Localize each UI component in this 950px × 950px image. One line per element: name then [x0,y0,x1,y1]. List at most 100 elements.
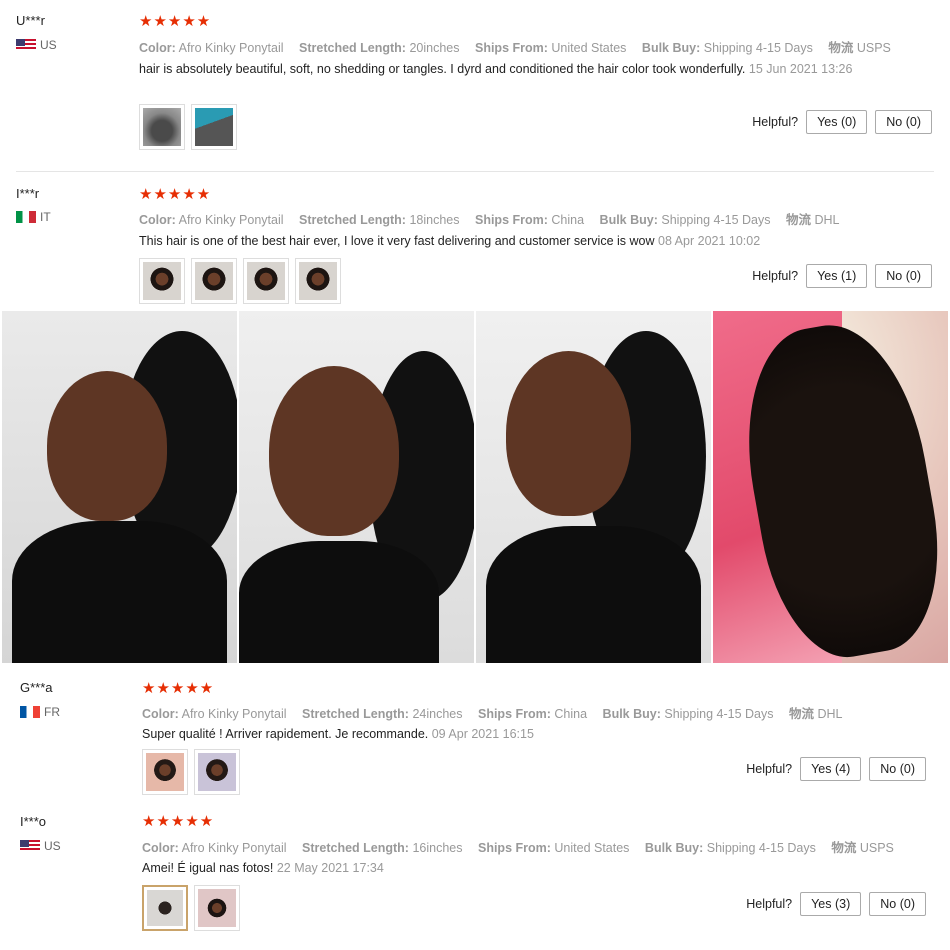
divider [16,171,934,172]
helpful-section: Helpful? Yes (1) No (0) [752,264,932,288]
logistics-label: 物流 [828,41,854,55]
review-thumbnails [142,749,240,795]
helpful-yes-button[interactable]: Yes (3) [800,892,862,916]
review-photo-thumbnail[interactable] [194,885,240,931]
review-photo-thumbnail-selected[interactable] [142,885,188,931]
review-photo-thumbnail[interactable] [243,258,289,304]
ships-from-label: Ships From: [474,41,548,55]
helpful-no-button[interactable]: No (0) [869,892,926,916]
ships-from-value: United States [554,841,630,855]
color-label: Color: [139,41,176,55]
helpful-section: Helpful? Yes (0) No (0) [752,110,932,134]
review-photo-thumbnail[interactable] [139,258,185,304]
reviewer-country: US [20,839,61,853]
helpful-yes-button[interactable]: Yes (1) [806,264,868,288]
bulk-buy-value: Shipping 4-15 Days [661,213,771,227]
review-attributes: Color: Afro Kinky Ponytail Stretched Len… [139,37,903,56]
bulk-buy-label: Bulk Buy: [641,41,701,55]
review-body: Super qualité ! Arriver rapidement. Je r… [142,727,429,741]
gallery-photo[interactable] [713,311,948,663]
us-flag-icon [16,39,36,51]
logistics-label: 物流 [788,707,814,721]
review-attributes: Color: Afro Kinky Ponytail Stretched Len… [142,837,906,856]
review-thumbnails [139,258,341,304]
review-photo-thumbnail[interactable] [194,749,240,795]
color-label: Color: [142,707,179,721]
color-value: Afro Kinky Ponytail [181,707,287,721]
reviewer-name: U***r [16,13,45,28]
bulk-buy-value: Shipping 4-15 Days [664,707,774,721]
fr-flag-icon [20,706,40,718]
us-flag-icon [20,840,40,852]
country-code: US [40,38,57,52]
review-attributes: Color: Afro Kinky Ponytail Stretched Len… [139,209,851,228]
ships-from-value: China [551,213,585,227]
review-photo-thumbnail[interactable] [142,749,188,795]
length-label: Stretched Length: [302,841,409,855]
star-rating: ★★★★★ [142,680,215,697]
helpful-label: Helpful? [746,897,793,911]
length-label: Stretched Length: [302,707,409,721]
logistics-label: 物流 [831,841,857,855]
review-thumbnails [142,885,240,931]
gallery-photo[interactable] [476,311,711,663]
gallery-photo[interactable] [2,311,237,663]
review-date: 22 May 2021 17:34 [276,861,384,875]
color-value: Afro Kinky Ponytail [178,213,284,227]
review-photo-gallery [2,311,948,663]
helpful-label: Helpful? [752,115,799,129]
star-rating: ★★★★★ [139,186,212,203]
ships-from-value: China [554,707,588,721]
color-label: Color: [142,841,179,855]
helpful-no-button[interactable]: No (0) [875,264,932,288]
gallery-photo[interactable] [239,311,474,663]
reviewer-name: I***o [20,814,47,829]
reviewer-name: I***r [16,186,40,201]
review-body: This hair is one of the best hair ever, … [139,234,655,248]
helpful-label: Helpful? [752,269,799,283]
review-photo-thumbnail[interactable] [191,258,237,304]
bulk-buy-label: Bulk Buy: [602,707,661,721]
helpful-section: Helpful? Yes (4) No (0) [746,757,926,781]
reviewer-country: FR [20,705,60,719]
review-attributes: Color: Afro Kinky Ponytail Stretched Len… [142,703,854,722]
length-label: Stretched Length: [299,41,406,55]
review-date: 15 Jun 2021 13:26 [748,62,853,76]
length-value: 18inches [409,213,460,227]
reviewer-name: G***a [20,680,53,695]
color-value: Afro Kinky Ponytail [181,841,287,855]
review-photo-thumbnail[interactable] [295,258,341,304]
star-rating: ★★★★★ [142,813,215,830]
reviewer-country: IT [16,210,51,224]
bulk-buy-value: Shipping 4-15 Days [706,841,816,855]
review-text: Super qualité ! Arriver rapidement. Je r… [142,726,862,743]
logistics-value: DHL [814,213,840,227]
review-date: 09 Apr 2021 16:15 [431,727,534,741]
review-text: This hair is one of the best hair ever, … [139,233,919,250]
helpful-no-button[interactable]: No (0) [875,110,932,134]
helpful-label: Helpful? [746,762,793,776]
ships-from-value: United States [551,41,627,55]
country-code: US [44,839,61,853]
logistics-value: DHL [817,707,843,721]
helpful-yes-button[interactable]: Yes (4) [800,757,862,781]
review-body: hair is absolutely beautiful, soft, no s… [139,62,746,76]
review-text: hair is absolutely beautiful, soft, no s… [139,61,859,78]
bulk-buy-label: Bulk Buy: [599,213,658,227]
country-code: FR [44,705,60,719]
logistics-value: USPS [856,41,891,55]
ships-from-label: Ships From: [474,213,548,227]
helpful-yes-button[interactable]: Yes (0) [806,110,868,134]
length-label: Stretched Length: [299,213,406,227]
helpful-section: Helpful? Yes (3) No (0) [746,892,926,916]
ships-from-label: Ships From: [477,841,551,855]
helpful-no-button[interactable]: No (0) [869,757,926,781]
review-photo-thumbnail[interactable] [191,104,237,150]
logistics-label: 物流 [785,213,811,227]
review-photo-thumbnail[interactable] [139,104,185,150]
star-rating: ★★★★★ [139,13,212,30]
review-text: Amei! É igual nas fotos! 22 May 2021 17:… [142,860,862,877]
color-label: Color: [139,213,176,227]
reviewer-country: US [16,38,57,52]
logistics-value: USPS [859,841,894,855]
